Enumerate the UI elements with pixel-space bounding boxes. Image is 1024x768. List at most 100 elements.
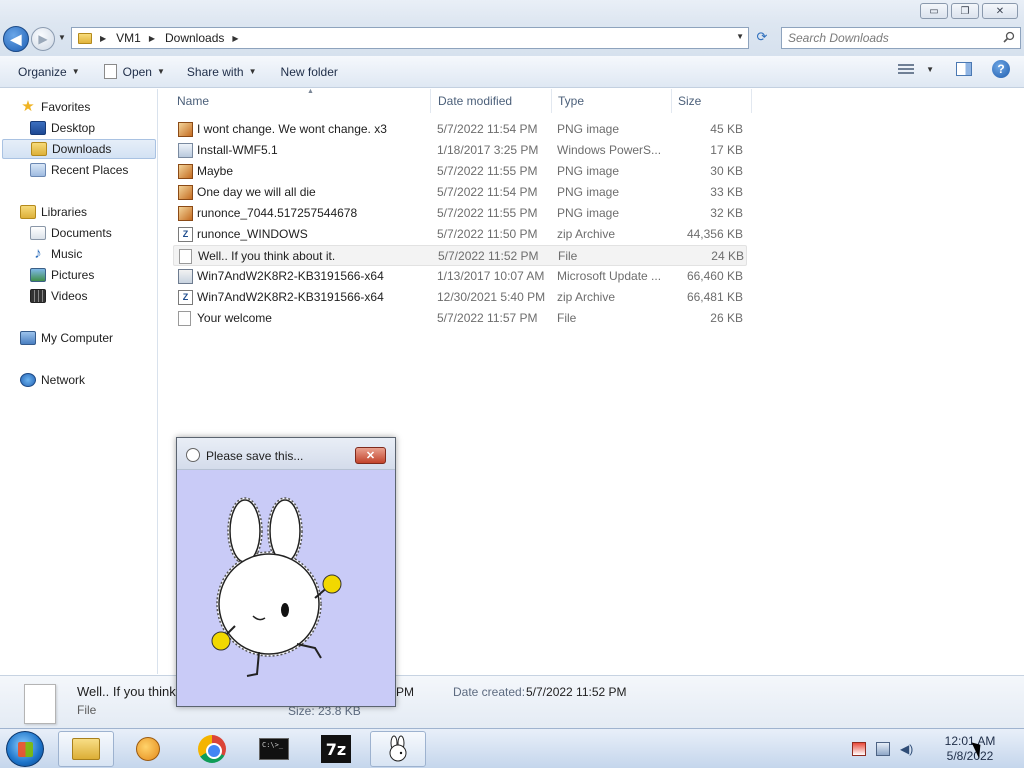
- view-options-chevron-icon[interactable]: ▼: [926, 65, 934, 74]
- png-file-icon: [178, 122, 193, 137]
- file-date-modified: 1/13/2017 10:07 AM: [437, 269, 545, 283]
- taskbar-bunny-app[interactable]: [370, 731, 426, 767]
- network-status-icon[interactable]: [876, 742, 890, 756]
- share-with-menu[interactable]: Share with ▼: [179, 60, 265, 84]
- nav-recent-places[interactable]: Recent Places: [0, 160, 156, 180]
- column-header-type[interactable]: Type: [552, 89, 672, 113]
- nav-pictures[interactable]: Pictures: [0, 265, 156, 285]
- file-size: 66,481 KB: [686, 290, 743, 304]
- downloads-folder-icon: [31, 142, 47, 156]
- details-file-type: File: [77, 703, 97, 717]
- file-row[interactable]: Your welcome 5/7/2022 11:57 PM File 26 KB: [173, 308, 747, 329]
- file-name: Maybe: [197, 164, 234, 178]
- volume-icon[interactable]: ◀): [900, 742, 914, 756]
- nav-music[interactable]: ♪ Music: [0, 244, 156, 264]
- nav-network[interactable]: Network: [0, 370, 156, 390]
- recent-pages-dropdown[interactable]: ▼: [58, 33, 66, 42]
- organize-menu[interactable]: Organize ▼: [10, 60, 88, 84]
- file-size: 30 KB: [710, 164, 743, 178]
- bunny-app-icon: [186, 448, 200, 462]
- generic-file-icon: [178, 311, 191, 326]
- file-row[interactable]: One day we will all die 5/7/2022 11:54 PM…: [173, 182, 747, 203]
- search-box[interactable]: [781, 27, 1021, 49]
- column-header-date[interactable]: Date modified: [432, 89, 552, 113]
- file-name: Install-WMF5.1: [197, 143, 278, 157]
- nav-documents[interactable]: Documents: [0, 223, 156, 243]
- file-row[interactable]: Win7AndW2K8R2-KB3191566-x64 1/13/2017 10:…: [173, 266, 747, 287]
- nav-libraries[interactable]: Libraries: [0, 202, 156, 222]
- nav-label: Recent Places: [51, 163, 129, 177]
- file-name: Your welcome: [197, 311, 272, 325]
- file-type: Microsoft Update ...: [557, 269, 662, 283]
- back-button[interactable]: ◀: [3, 26, 29, 52]
- sort-arrow-icon: ▲: [307, 88, 314, 95]
- file-row[interactable]: Install-WMF5.1 1/18/2017 3:25 PM Windows P…: [173, 140, 747, 161]
- details-modified-suffix: PM: [396, 685, 414, 699]
- file-type: File: [557, 311, 577, 325]
- file-date-modified: 5/7/2022 11:54 PM: [437, 122, 538, 136]
- file-name: runonce_WINDOWS: [197, 227, 308, 241]
- file-date-modified: 5/7/2022 11:55 PM: [437, 164, 538, 178]
- 7zip-icon: 7z: [321, 735, 351, 763]
- file-name: Well.. If you think about it.: [198, 249, 336, 263]
- file-name: I wont change. We wont change. x3: [197, 122, 387, 136]
- file-row[interactable]: I wont change. We wont change. x3 5/7/202…: [173, 119, 747, 140]
- file-row[interactable]: runonce_7044.517257544678 5/7/2022 11:55 …: [173, 203, 747, 224]
- column-header-size[interactable]: Size: [672, 89, 752, 113]
- breadcrumb-separator-icon[interactable]: ▶: [100, 34, 106, 43]
- open-menu[interactable]: Open ▼: [96, 60, 173, 84]
- action-center-flag-icon[interactable]: [852, 742, 866, 756]
- change-view-icon[interactable]: [898, 62, 915, 76]
- column-header-name[interactable]: Name ▲: [169, 88, 431, 113]
- file-name: runonce_7044.517257544678: [197, 206, 358, 220]
- taskbar-7zip[interactable]: 7z: [308, 731, 364, 767]
- nav-videos[interactable]: Videos: [0, 286, 156, 306]
- address-bar[interactable]: ▶ VM1 ▶ Downloads ▶ ▼: [71, 27, 749, 49]
- breadcrumb-downloads[interactable]: Downloads: [165, 31, 224, 45]
- minimize-button[interactable]: ▭: [920, 3, 948, 19]
- taskbar-media-player[interactable]: [120, 731, 176, 767]
- generic-file-icon: [179, 249, 192, 264]
- forward-button[interactable]: ▶: [31, 27, 55, 51]
- preview-pane-icon[interactable]: [956, 62, 972, 76]
- back-arrow-icon: ◀: [10, 30, 22, 47]
- start-button[interactable]: [6, 731, 44, 767]
- help-icon[interactable]: ?: [992, 60, 1010, 78]
- breadcrumb-separator-icon[interactable]: ▶: [232, 34, 238, 43]
- nav-my-computer[interactable]: My Computer: [0, 328, 156, 348]
- search-input[interactable]: [782, 28, 992, 48]
- file-row[interactable]: Well.. If you think about it. 5/7/2022 11…: [173, 245, 747, 266]
- file-date-modified: 1/18/2017 3:25 PM: [437, 143, 539, 157]
- organize-label: Organize: [18, 64, 67, 79]
- search-icon[interactable]: [1003, 31, 1015, 43]
- nav-label: Favorites: [41, 100, 91, 114]
- address-dropdown-icon[interactable]: ▼: [736, 32, 744, 41]
- file-preview-icon: [24, 684, 56, 724]
- popup-close-button[interactable]: ✕: [355, 447, 386, 464]
- file-row[interactable]: Maybe 5/7/2022 11:55 PM PNG image 30 KB: [173, 161, 747, 182]
- nav-favorites[interactable]: ★ Favorites: [0, 97, 156, 117]
- file-row[interactable]: Win7AndW2K8R2-KB3191566-x64 12/30/2021 5:…: [173, 287, 747, 308]
- system-tray: ◀) 12:01 AM 5/8/2022: [844, 729, 1024, 768]
- desktop-icon: [30, 121, 46, 135]
- clock[interactable]: 12:01 AM 5/8/2022: [938, 734, 1002, 764]
- taskbar-command-prompt[interactable]: C:\>_: [246, 731, 302, 767]
- popup-title-bar[interactable]: Please save this... ✕: [177, 438, 395, 470]
- popup-window[interactable]: Please save this... ✕: [176, 437, 396, 707]
- nav-downloads[interactable]: Downloads: [2, 139, 156, 159]
- breadcrumb-vm1[interactable]: VM1: [116, 31, 141, 45]
- zip-file-icon: [178, 290, 193, 305]
- file-size: 44,356 KB: [686, 227, 743, 241]
- file-row[interactable]: runonce_WINDOWS 5/7/2022 11:50 PM zip Arch…: [173, 224, 747, 245]
- computer-icon: [20, 331, 36, 345]
- close-button[interactable]: ✕: [982, 3, 1018, 19]
- new-folder-button[interactable]: New folder: [273, 60, 346, 84]
- breadcrumb-separator-icon[interactable]: ▶: [149, 34, 155, 43]
- maximize-button[interactable]: ❐: [951, 3, 979, 19]
- nav-desktop[interactable]: Desktop: [0, 118, 156, 138]
- taskbar-chrome[interactable]: [184, 731, 240, 767]
- zip-file-icon: [178, 227, 193, 242]
- music-icon: ♪: [34, 245, 42, 262]
- refresh-icon[interactable]: ⟳: [752, 29, 772, 47]
- taskbar-explorer[interactable]: [58, 731, 114, 767]
